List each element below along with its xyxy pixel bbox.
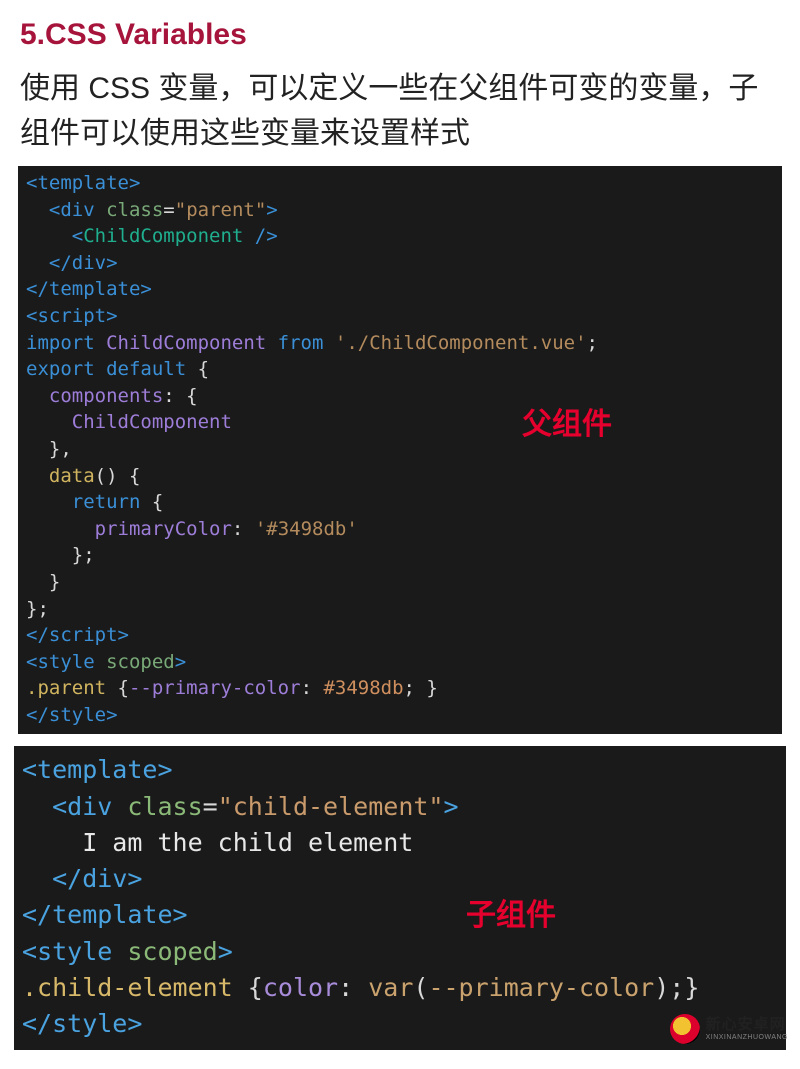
code-line: <template> [22,755,173,784]
code-token: : [301,677,324,699]
code-token: --primary-color [129,677,301,699]
code-token: () { [95,465,141,487]
code-token: < [22,792,67,821]
code-token: style [37,937,127,966]
code-token: scoped [106,651,175,673]
code-token [26,465,49,487]
code-line: }, [26,438,72,460]
code-token: '#3498db' [255,518,358,540]
code-token: export [26,358,106,380]
code-line: </style> [22,1009,142,1038]
code-token: = [163,199,174,221]
code-token: div [82,864,127,893]
code-token: < [22,937,37,966]
section-description: 使用 CSS 变量，可以定义一些在父组件可变的变量，子组件可以使用这些变量来设置… [20,66,780,156]
code-token: './ChildComponent.vue' [335,332,587,354]
code-token: > [266,199,277,221]
code-token: > [127,864,142,893]
code-line: </template> [26,278,152,300]
code-token: --primary-color [428,973,654,1002]
code-token: ; } [404,677,438,699]
code-token: > [218,937,233,966]
code-token: .child-element [22,973,248,1002]
code-line: </template> [22,900,188,929]
code-token: div [67,792,127,821]
code-line: I am the child element [22,828,413,857]
code-block-child: <template> <div class="child-element"> I… [14,746,786,1050]
code-token: ChildComponent [106,332,278,354]
code-token: class [127,792,202,821]
code-token: { [118,677,129,699]
watermark-text-cn: 新心安卓网 [706,1017,788,1032]
code-token: color [263,973,338,1002]
code-token: div [72,252,106,274]
code-token: { [198,358,209,380]
code-token: { [152,491,163,513]
code-line: <script> [26,305,118,327]
code-line: } [26,571,60,593]
code-token: ; [587,332,598,354]
code-token: { [248,973,263,1002]
code-token: data [49,465,95,487]
code-line: }; [26,544,95,566]
code-token: var [368,973,413,1002]
code-token: #3498db [323,677,403,699]
code-token: scoped [127,937,217,966]
child-component-label: 子组件 [466,894,556,938]
code-token: default [106,358,198,380]
code-line: </script> [26,624,129,646]
watermark-logo-icon [670,1014,700,1044]
code-token: return [72,491,152,513]
code-token: primaryColor [95,518,232,540]
code-token: < [26,651,37,673]
code-token: < [26,225,83,247]
code-token: : { [163,385,197,407]
code-token: div [60,199,106,221]
watermark-text-en: XINXINANZHUOWANG [706,1034,788,1041]
code-line: ChildComponent [26,411,232,433]
code-token: = [203,792,218,821]
code-token: "child-element" [218,792,444,821]
code-token: import [26,332,106,354]
code-token: > [106,252,117,274]
code-token: > [175,651,186,673]
code-line: <template> [26,172,140,194]
code-token: from [278,332,335,354]
code-token: </ [26,252,72,274]
parent-component-label: 父组件 [522,404,612,446]
code-token [26,518,95,540]
code-token: /> [255,225,278,247]
code-token: class [106,199,163,221]
code-token: > [443,792,458,821]
code-token: );} [654,973,699,1002]
code-token: : [338,973,368,1002]
section-heading: 5.CSS Variables [20,18,786,52]
code-token: </ [22,864,82,893]
code-token: < [26,199,60,221]
code-token: ChildComponent [83,225,255,247]
code-token [26,491,72,513]
code-token: : [232,518,255,540]
code-token: .parent [26,677,118,699]
code-line: </style> [26,704,118,726]
code-token: style [37,651,106,673]
watermark: 新心安卓网 XINXINANZHUOWANG [670,1014,788,1044]
code-block-parent: <template> <div class="parent"> <ChildCo… [18,166,782,734]
code-line: }; [26,598,49,620]
code-token: ( [413,973,428,1002]
code-token: components [26,385,163,407]
code-token: "parent" [175,199,267,221]
